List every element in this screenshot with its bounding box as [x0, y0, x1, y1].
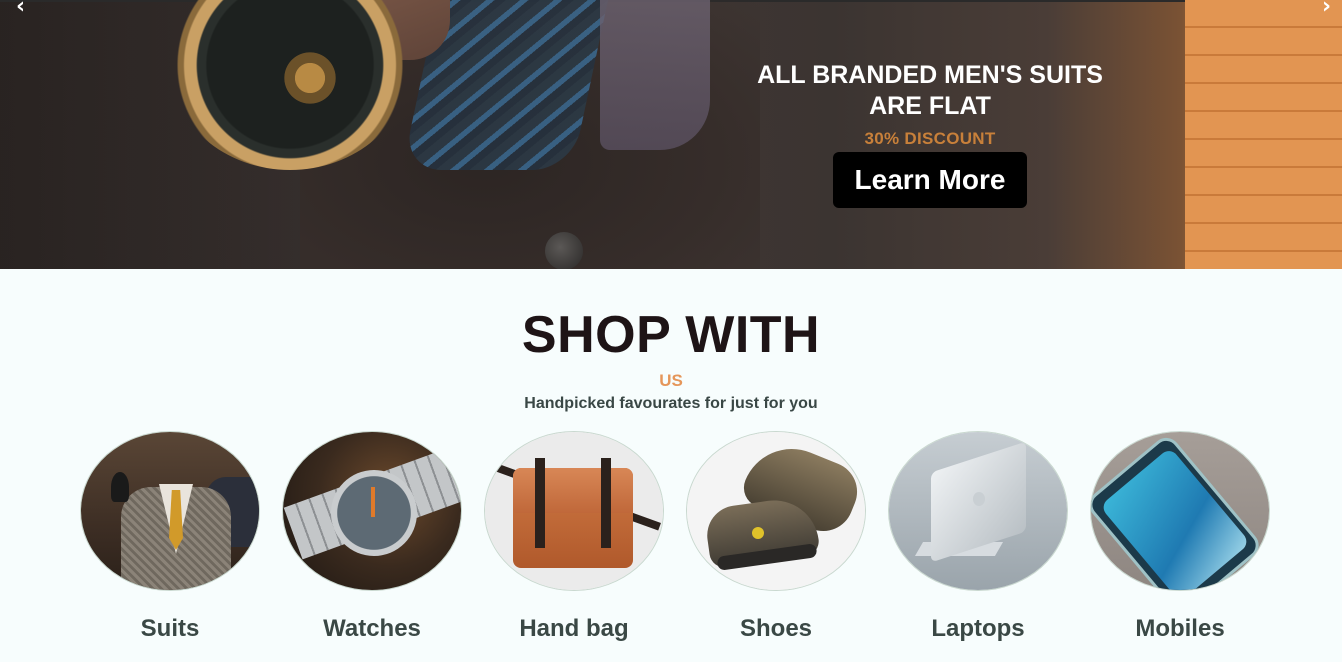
- category-label[interactable]: Hand bag: [484, 615, 664, 643]
- hero-discount: 30% DISCOUNT: [864, 129, 996, 148]
- category-hand-bag[interactable]: Hand bag: [484, 431, 664, 643]
- category-watches[interactable]: Watches: [282, 431, 462, 643]
- page: ‹ › ALL BRANDED MEN'S SUITS ARE FLAT 30%…: [0, 0, 1342, 662]
- shop-section: SHOP WITH US Handpicked favourates for j…: [0, 269, 1342, 662]
- category-mobiles[interactable]: Mobiles: [1090, 431, 1270, 643]
- carousel-prev-icon[interactable]: ‹: [16, 0, 25, 19]
- hero-title-line1: ALL BRANDED MEN'S SUITS: [757, 61, 1103, 89]
- category-list: Suits Watches Hand bag Shoes Laptops Mob…: [80, 431, 1270, 643]
- hero-banner: ‹ › ALL BRANDED MEN'S SUITS ARE FLAT 30%…: [0, 0, 1342, 269]
- category-suits[interactable]: Suits: [80, 431, 260, 643]
- learn-more-button[interactable]: Learn More: [832, 152, 1028, 208]
- shop-subtitle: Handpicked favourates for just for you: [524, 395, 818, 412]
- category-label[interactable]: Mobiles: [1090, 615, 1270, 643]
- category-image-laptops[interactable]: [888, 431, 1068, 591]
- carousel-next-icon[interactable]: ›: [1322, 0, 1331, 19]
- hero-image-blinds: [1185, 0, 1342, 269]
- category-image-suits[interactable]: [80, 431, 260, 591]
- category-image-shoes[interactable]: [686, 431, 866, 591]
- hero-title: ALL BRANDED MEN'S SUITS ARE FLAT: [730, 60, 1130, 122]
- category-shoes[interactable]: Shoes: [686, 431, 866, 643]
- shop-title: SHOP WITH: [521, 306, 821, 364]
- category-label[interactable]: Laptops: [888, 615, 1068, 643]
- hero-image-shirt: [600, 0, 710, 150]
- hero-image-button: [545, 232, 583, 269]
- category-image-hand-bag[interactable]: [484, 431, 664, 591]
- shop-title-accent: US: [659, 371, 683, 390]
- hero-image-watch-dial: [280, 48, 340, 108]
- category-image-watches[interactable]: [282, 431, 462, 591]
- category-image-mobiles[interactable]: [1090, 431, 1270, 591]
- hero-title-line2: ARE FLAT: [869, 92, 991, 120]
- hero-text: ALL BRANDED MEN'S SUITS ARE FLAT 30% DIS…: [730, 60, 1130, 208]
- category-label[interactable]: Shoes: [686, 615, 866, 643]
- category-laptops[interactable]: Laptops: [888, 431, 1068, 643]
- category-label[interactable]: Suits: [80, 615, 260, 643]
- category-label[interactable]: Watches: [282, 615, 462, 643]
